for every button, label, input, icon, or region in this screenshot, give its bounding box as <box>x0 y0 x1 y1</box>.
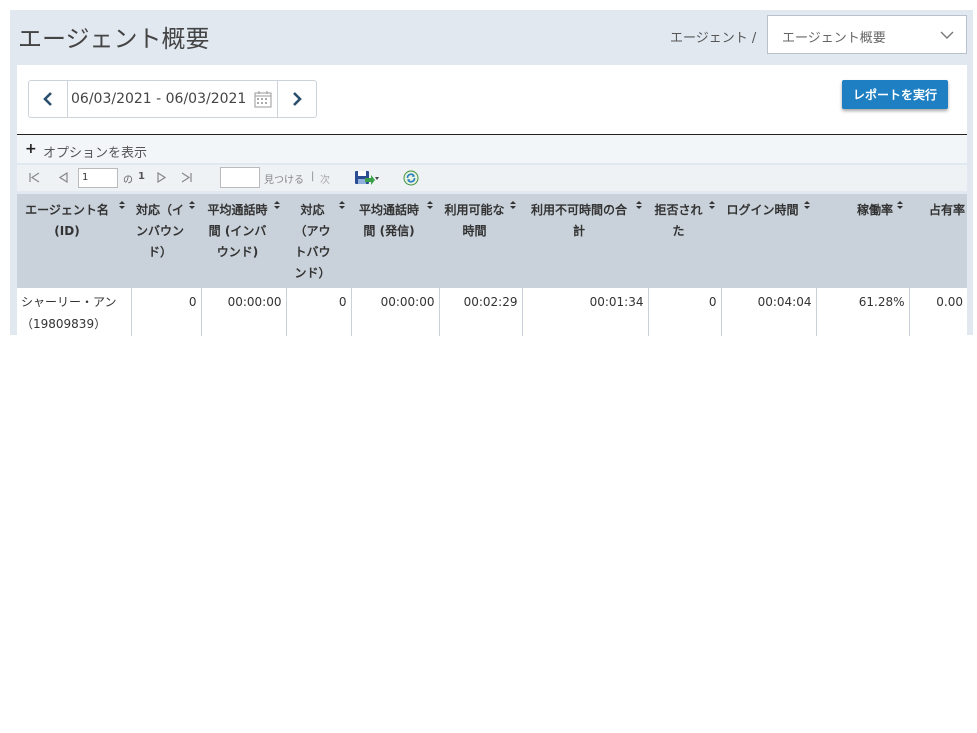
cell-refused: 0 <box>647 288 721 336</box>
next-page-icon[interactable] <box>157 172 166 183</box>
sort-icon <box>427 201 433 209</box>
prev-date-button[interactable] <box>29 81 68 117</box>
sort-icon <box>709 201 715 209</box>
sort-icon <box>510 201 516 209</box>
find-input[interactable] <box>220 167 260 188</box>
cell-occupancy: 0.00 <box>908 288 967 336</box>
report-frame: エージェント概要 エージェント / エージェント概要 06/03/2021 - … <box>10 10 973 336</box>
column-header-available[interactable]: 利用可能な時間 <box>439 194 522 288</box>
filter-panel: 06/03/2021 - 06/03/2021 レポートを実行 <box>17 65 967 135</box>
first-page-icon[interactable] <box>29 172 40 183</box>
cell-handled-out: 0 <box>285 288 351 336</box>
chevron-left-icon <box>43 92 52 106</box>
sort-icon <box>119 201 125 209</box>
page-title: エージェント概要 <box>18 25 210 53</box>
of-label: の <box>123 175 133 186</box>
column-header-login[interactable]: ログイン時間 <box>721 194 816 288</box>
sort-icon <box>274 201 280 209</box>
cell-avg-talk-in: 00:00:00 <box>200 288 286 336</box>
column-header-occupancy[interactable]: 占有率 <box>909 194 967 288</box>
cell-handled-in: 0 <box>130 288 201 336</box>
cell-login: 00:04:04 <box>720 288 816 336</box>
column-header-agent[interactable]: エージェント名 (ID) <box>17 194 131 288</box>
page-number-input[interactable]: 1 <box>78 168 118 188</box>
column-header-unavailable[interactable]: 利用不可時間の合計 <box>522 194 648 288</box>
run-report-button[interactable]: レポートを実行 <box>842 80 948 109</box>
cell-agent-name[interactable]: シャーリー・アン（19809839） <box>17 288 131 336</box>
prev-page-icon[interactable] <box>59 172 68 183</box>
report-toolbar: 1 の 1 見つける | 次 <box>17 165 967 191</box>
sort-icon <box>339 201 345 209</box>
column-header-avg-talk-in[interactable]: 平均通話時間 (インバウンド) <box>201 194 286 288</box>
date-range-picker: 06/03/2021 - 06/03/2021 <box>28 80 317 118</box>
refresh-icon[interactable] <box>403 170 419 186</box>
options-toggle[interactable]: + オプションを表示 <box>17 135 967 163</box>
sort-icon <box>897 201 903 209</box>
table-row[interactable]: シャーリー・アン（19809839） 0 00:00:00 0 00:00:00… <box>17 288 967 336</box>
report-select[interactable]: エージェント概要 <box>767 15 967 54</box>
find-next-button[interactable]: 次 <box>320 171 330 186</box>
find-button[interactable]: 見つける <box>264 171 304 186</box>
column-header-avg-talk-out[interactable]: 平均通話時間 (発信) <box>351 194 439 288</box>
chevron-down-icon <box>940 31 954 39</box>
sort-icon <box>804 201 810 209</box>
report-table: エージェント名 (ID) 対応（インバウンド） 平均通話時間 (インバウンド) … <box>17 194 967 336</box>
report-select-value: エージェント概要 <box>782 31 886 46</box>
column-header-refused[interactable]: 拒否された <box>648 194 721 288</box>
column-header-handled-in[interactable]: 対応（インバウンド） <box>131 194 201 288</box>
table-header-row: エージェント名 (ID) 対応（インバウンド） 平均通話時間 (インバウンド) … <box>17 194 967 288</box>
sort-icon <box>189 201 195 209</box>
toolbar-separator: | <box>311 171 315 182</box>
date-range-input[interactable]: 06/03/2021 - 06/03/2021 <box>71 91 246 107</box>
column-header-handled-out[interactable]: 対応（アウトバウンド） <box>286 194 351 288</box>
chevron-right-icon <box>293 92 302 106</box>
page-header: エージェント概要 エージェント / エージェント概要 <box>10 10 973 62</box>
total-pages: 1 <box>138 171 145 182</box>
cell-avg-talk-out: 00:00:00 <box>350 288 439 336</box>
last-page-icon[interactable] <box>181 172 192 183</box>
plus-icon: + <box>25 141 37 157</box>
breadcrumb[interactable]: エージェント / <box>670 27 756 46</box>
cell-unavailable: 00:01:34 <box>521 288 648 336</box>
next-date-button[interactable] <box>277 81 316 117</box>
save-icon[interactable] <box>354 170 380 186</box>
column-header-utilization[interactable]: 稼働率 <box>816 194 909 288</box>
calendar-icon[interactable] <box>254 90 272 108</box>
sort-icon <box>636 201 642 209</box>
cell-available: 00:02:29 <box>438 288 522 336</box>
cell-utilization: 61.28% <box>815 288 909 336</box>
options-label: オプションを表示 <box>43 146 148 161</box>
